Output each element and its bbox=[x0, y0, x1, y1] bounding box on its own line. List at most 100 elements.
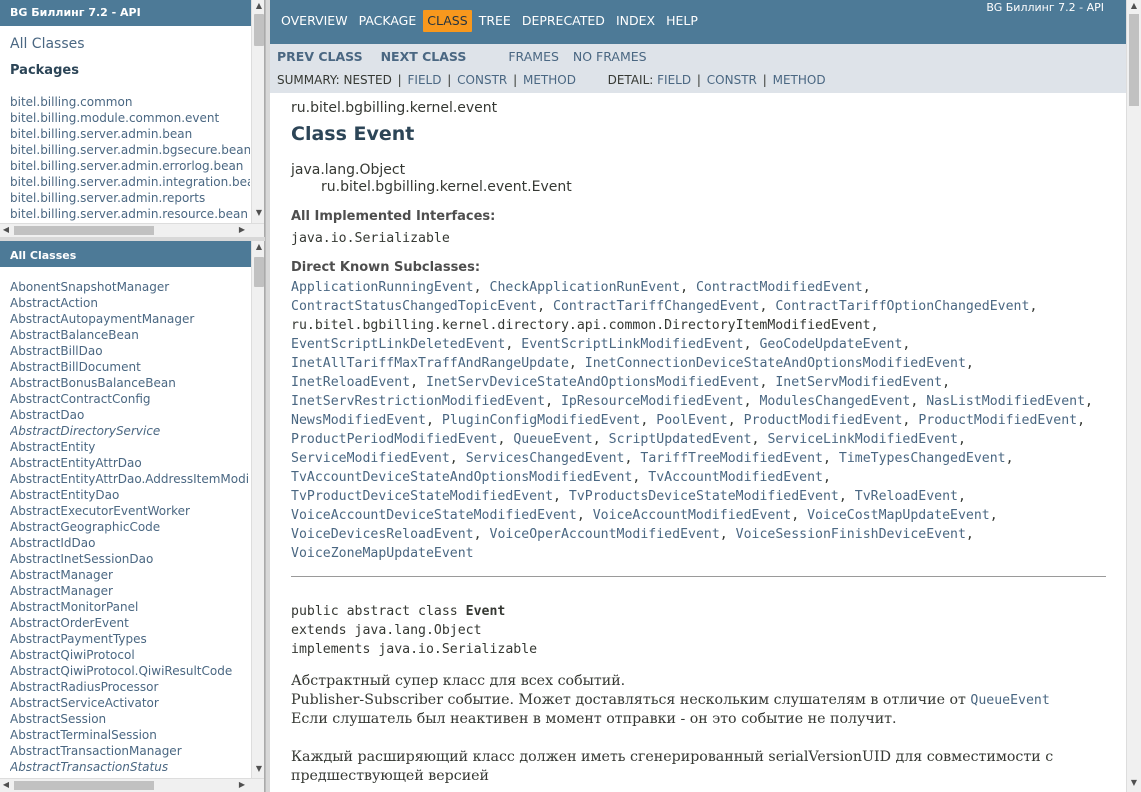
class-link[interactable]: AbstractAutopaymentManager bbox=[10, 311, 250, 327]
class-link[interactable]: AbstractEntityAttrDao.AddressItemModi bbox=[10, 471, 250, 487]
frames-link[interactable]: FRAMES bbox=[508, 49, 559, 64]
scroll-up-arrow-icon[interactable]: ▲ bbox=[1128, 0, 1140, 12]
subclass-link[interactable]: TimeTypesChangedEvent bbox=[839, 451, 1006, 466]
subclass-link[interactable]: NewsModifiedEvent bbox=[291, 413, 426, 428]
package-link[interactable]: bitel.billing.server.admin.bgsecure.bean bbox=[10, 142, 250, 158]
subclass-link[interactable]: VoiceZoneMapUpdateEvent bbox=[291, 546, 474, 561]
subclass-link[interactable]: TariffTreeModifiedEvent bbox=[640, 451, 823, 466]
package-link[interactable]: bitel.billing.common bbox=[10, 94, 250, 110]
subclass-link[interactable]: InetConnectionDeviceStateAndOptionsModif… bbox=[585, 356, 966, 371]
class-link[interactable]: AbstractAction bbox=[10, 295, 250, 311]
class-link[interactable]: AbstractExecutorEventWorker bbox=[10, 503, 250, 519]
classes-vertical-scrollbar[interactable]: ▲ ▼ bbox=[251, 241, 264, 778]
subclass-link[interactable]: NasListModifiedEvent bbox=[926, 394, 1085, 409]
scroll-up-arrow-icon[interactable]: ▲ bbox=[253, 0, 264, 12]
scroll-right-arrow-icon[interactable]: ▶ bbox=[236, 224, 248, 236]
subclass-link[interactable]: VoiceSessionFinishDeviceEvent bbox=[736, 527, 966, 542]
nav-tree[interactable]: TREE bbox=[475, 10, 515, 32]
no-frames-link[interactable]: NO FRAMES bbox=[573, 49, 647, 64]
scroll-down-arrow-icon[interactable]: ▼ bbox=[1128, 777, 1140, 789]
scroll-thumb[interactable] bbox=[254, 14, 264, 46]
subclass-link[interactable]: InetServModifiedEvent bbox=[775, 375, 942, 390]
scroll-thumb[interactable] bbox=[1129, 14, 1139, 106]
nav-index[interactable]: INDEX bbox=[612, 10, 659, 32]
class-link[interactable]: AbstractIdDao bbox=[10, 535, 250, 551]
class-link[interactable]: AbstractTransactionStatus bbox=[10, 759, 250, 775]
nav-package[interactable]: PACKAGE bbox=[355, 10, 421, 32]
class-link[interactable]: AbstractManager bbox=[10, 567, 250, 583]
package-link[interactable]: bitel.billing.server.admin.bean bbox=[10, 126, 250, 142]
nav-overview[interactable]: OVERVIEW bbox=[277, 10, 352, 32]
all-classes-link[interactable]: All Classes bbox=[10, 36, 85, 52]
class-link[interactable]: AbstractEntityAttrDao bbox=[10, 455, 250, 471]
scroll-down-arrow-icon[interactable]: ▼ bbox=[253, 763, 264, 775]
package-link[interactable]: bitel.billing.server.admin.integration.b… bbox=[10, 174, 250, 190]
scroll-thumb[interactable] bbox=[14, 226, 154, 235]
scroll-left-arrow-icon[interactable]: ◀ bbox=[0, 224, 12, 236]
class-link[interactable]: AbstractSession bbox=[10, 711, 250, 727]
subclass-link[interactable]: InetServRestrictionModifiedEvent bbox=[291, 394, 545, 409]
class-link[interactable]: AbstractTransactionManager bbox=[10, 743, 250, 759]
subclass-link[interactable]: InetReloadEvent bbox=[291, 375, 410, 390]
subclass-link[interactable]: ContractStatusChangedTopicEvent bbox=[291, 299, 537, 314]
subclass-link[interactable]: TvProductsDeviceStateModifiedEvent bbox=[569, 489, 839, 504]
subclass-link[interactable]: ServiceLinkModifiedEvent bbox=[767, 432, 958, 447]
nav-help[interactable]: HELP bbox=[662, 10, 702, 32]
subclass-link[interactable]: IpResourceModifiedEvent bbox=[561, 394, 744, 409]
package-link[interactable]: bitel.billing.server.admin.resource.bean bbox=[10, 206, 250, 222]
package-link[interactable]: bitel.billing.server.admin.errorlog.bean bbox=[10, 158, 250, 174]
scroll-down-arrow-icon[interactable]: ▼ bbox=[253, 207, 264, 219]
subclass-link[interactable]: ScriptUpdatedEvent bbox=[609, 432, 752, 447]
subclass-link[interactable]: ContractModifiedEvent bbox=[696, 280, 863, 295]
class-link[interactable]: AbstractServiceActivator bbox=[10, 695, 250, 711]
class-link[interactable]: AbstractTerminalSession bbox=[10, 727, 250, 743]
main-vertical-scrollbar[interactable]: ▲ ▼ bbox=[1126, 0, 1141, 792]
subclass-link[interactable]: QueueEvent bbox=[513, 432, 592, 447]
next-class-link[interactable]: NEXT CLASS bbox=[381, 49, 467, 64]
subclass-link[interactable]: ServiceModifiedEvent bbox=[291, 451, 450, 466]
nav-deprecated[interactable]: DEPRECATED bbox=[518, 10, 609, 32]
prev-class-link[interactable]: PREV CLASS bbox=[277, 49, 363, 64]
package-link[interactable]: bitel.billing.server.admin.reports bbox=[10, 190, 250, 206]
subclass-link[interactable]: GeoCodeUpdateEvent bbox=[759, 337, 902, 352]
detail-constr-link[interactable]: CONSTR bbox=[707, 73, 757, 87]
subclass-link[interactable]: VoiceCostMapUpdateEvent bbox=[807, 508, 990, 523]
subclass-link[interactable]: PluginConfigModifiedEvent bbox=[442, 413, 641, 428]
subclass-link[interactable]: VoiceDevicesReloadEvent bbox=[291, 527, 474, 542]
classes-horizontal-scrollbar[interactable]: ◀ ▶ bbox=[0, 778, 264, 792]
summary-method-link[interactable]: METHOD bbox=[523, 73, 576, 87]
class-link[interactable]: AbstractQiwiProtocol bbox=[10, 647, 250, 663]
subclass-link[interactable]: ProductModifiedEvent bbox=[744, 413, 903, 428]
subclass-link[interactable]: ContractTariffChangedEvent bbox=[553, 299, 759, 314]
subclass-link[interactable]: ContractTariffOptionChangedEvent bbox=[775, 299, 1029, 314]
subclass-link[interactable]: TvAccountDeviceStateAndOptionsModifiedEv… bbox=[291, 470, 632, 485]
class-link[interactable]: AbstractRadiusProcessor bbox=[10, 679, 250, 695]
subclass-link[interactable]: VoiceOperAccountModifiedEvent bbox=[490, 527, 720, 542]
subclass-link[interactable]: PoolEvent bbox=[656, 413, 727, 428]
subclass-link[interactable]: ProductPeriodModifiedEvent bbox=[291, 432, 497, 447]
subclass-link[interactable]: TvReloadEvent bbox=[855, 489, 958, 504]
subclass-link[interactable]: InetAllTariffMaxTraffAndRangeUpdate bbox=[291, 356, 569, 371]
class-link[interactable]: AbstractDao bbox=[10, 407, 250, 423]
class-link[interactable]: AbstractEntityDao bbox=[10, 487, 250, 503]
subclass-link[interactable]: TvProductDeviceStateModifiedEvent bbox=[291, 489, 553, 504]
subclass-link[interactable]: InetServDeviceStateAndOptionsModifiedEve… bbox=[426, 375, 759, 390]
package-link[interactable]: bitel.billing.module.common.event bbox=[10, 110, 250, 126]
subclass-link[interactable]: CheckApplicationRunEvent bbox=[490, 280, 681, 295]
summary-field-link[interactable]: FIELD bbox=[408, 73, 442, 87]
queue-event-link[interactable]: QueueEvent bbox=[970, 693, 1049, 708]
class-link[interactable]: AbstractDirectoryService bbox=[10, 423, 250, 439]
subclass-link[interactable]: EventScriptLinkModifiedEvent bbox=[521, 337, 743, 352]
detail-field-link[interactable]: FIELD bbox=[657, 73, 691, 87]
subclass-link[interactable]: TvAccountModifiedEvent bbox=[648, 470, 823, 485]
class-link[interactable]: AbstractBonusBalanceBean bbox=[10, 375, 250, 391]
subclass-link[interactable]: ProductModifiedEvent bbox=[918, 413, 1077, 428]
scroll-right-arrow-icon[interactable]: ▶ bbox=[236, 779, 248, 791]
class-link[interactable]: AbstractBillDao bbox=[10, 343, 250, 359]
class-link[interactable]: AbstractEntity bbox=[10, 439, 250, 455]
scroll-thumb[interactable] bbox=[14, 781, 154, 790]
subclass-link[interactable]: VoiceAccountModifiedEvent bbox=[593, 508, 792, 523]
packages-vertical-scrollbar[interactable]: ▲ ▼ bbox=[251, 0, 264, 223]
class-link[interactable]: AbstractContractConfig bbox=[10, 391, 250, 407]
subclass-link[interactable]: ApplicationRunningEvent bbox=[291, 280, 474, 295]
